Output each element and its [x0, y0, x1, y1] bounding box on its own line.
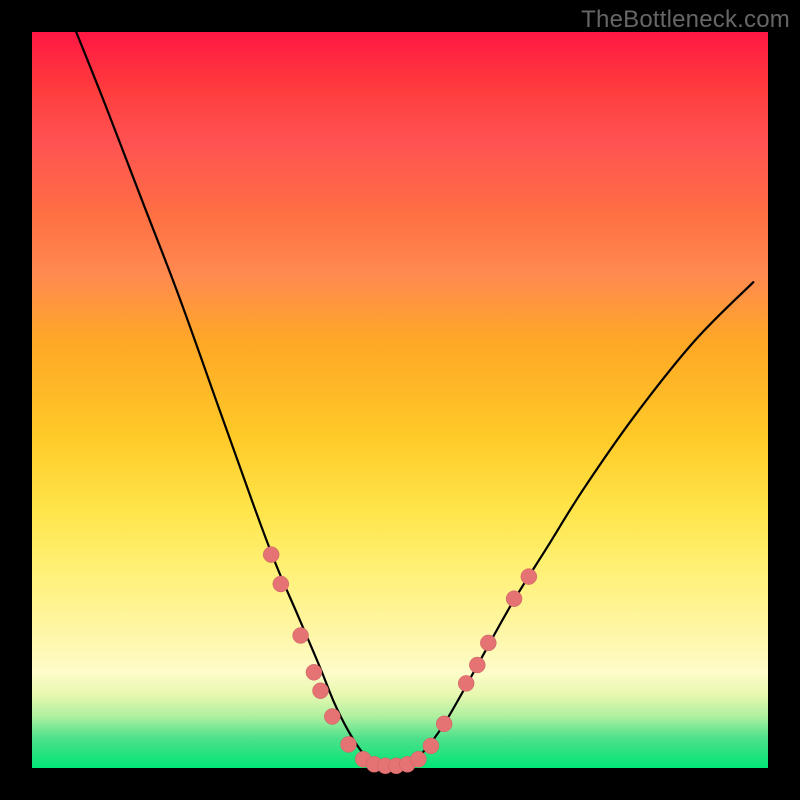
curve-marker [458, 675, 474, 691]
curve-marker [521, 569, 537, 585]
chart-svg [32, 32, 768, 768]
curve-marker [293, 628, 309, 644]
curve-marker [324, 709, 340, 725]
curve-marker [436, 716, 452, 732]
curve-marker [506, 591, 522, 607]
curve-marker [410, 751, 426, 767]
chart-frame: TheBottleneck.com [0, 0, 800, 800]
curve-marker [273, 576, 289, 592]
curve-marker [263, 547, 279, 563]
bottleneck-curve [76, 32, 753, 767]
curve-marker [313, 683, 329, 699]
curve-marker [341, 736, 357, 752]
curve-marker [306, 664, 322, 680]
watermark-text: TheBottleneck.com [581, 6, 790, 34]
curve-marker [480, 635, 496, 651]
curve-marker [469, 657, 485, 673]
curve-markers [263, 547, 537, 774]
curve-marker [423, 738, 439, 754]
